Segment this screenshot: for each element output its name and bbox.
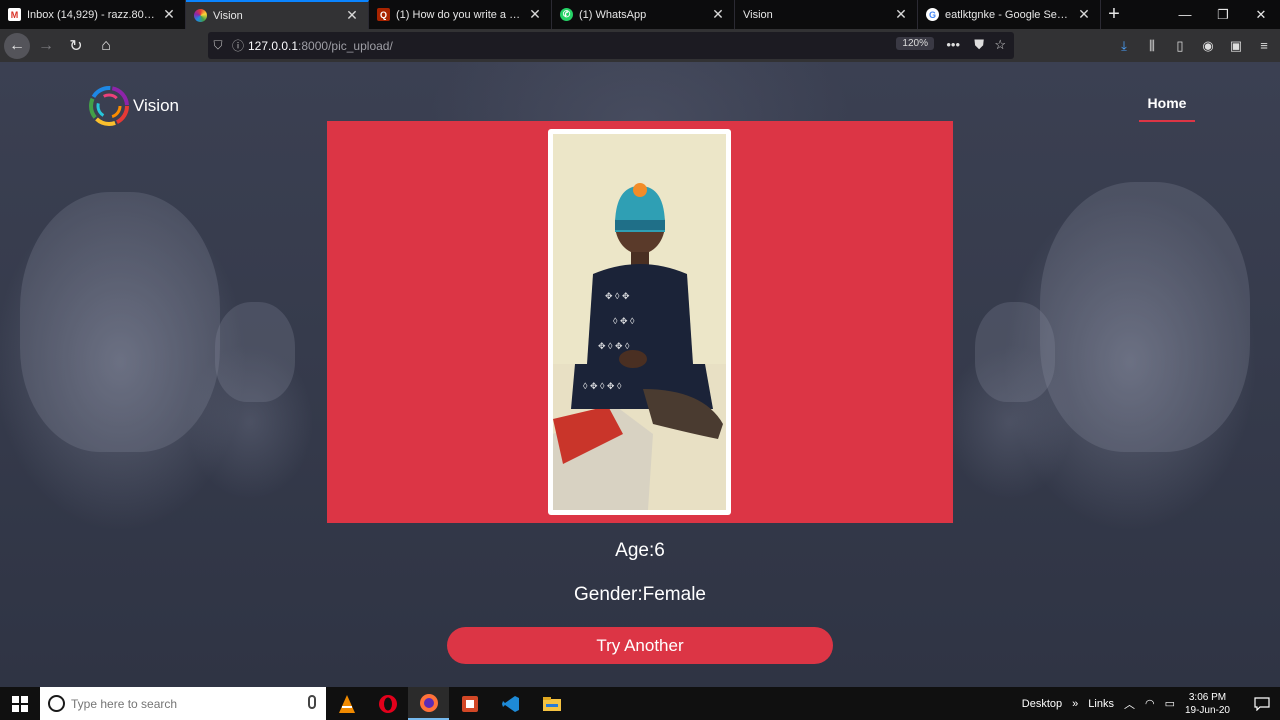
uploaded-photo: ✥ ◊ ✥ ◊ ✥ ◊ ✥ ◊ ✥ ◊ ◊ ✥ ◊ ✥ ◊ xyxy=(553,134,726,510)
close-icon[interactable]: ✕ xyxy=(893,6,909,23)
gender-result: Gender:Female xyxy=(573,584,706,605)
background-robot-left xyxy=(20,192,220,452)
tab-title: eatlktgnke - Google Search xyxy=(945,8,1072,21)
tab-whatsapp[interactable]: ✆ (1) WhatsApp ✕ xyxy=(552,0,735,29)
window-controls: — ❐ ✕ xyxy=(1166,0,1280,29)
microphone-icon[interactable] xyxy=(308,695,316,709)
taskbar-search-box[interactable]: Type here to search xyxy=(40,687,326,720)
powerpoint-icon[interactable] xyxy=(449,687,490,720)
windows-taskbar: Type here to search Desktop » Links ︿ ◠ … xyxy=(0,687,1280,720)
info-icon[interactable]: ⓘ xyxy=(228,37,248,54)
zoom-indicator[interactable]: 120% xyxy=(896,37,934,50)
page-viewport: Vision Home ✥ ◊ ✥ ◊ ✥ ◊ ✥ ◊ ✥ ◊ ◊ ✥ ◊ ✥ … xyxy=(0,62,1280,687)
close-icon[interactable]: ✕ xyxy=(161,6,177,23)
url-bar[interactable]: ⛉ ⓘ 127.0.0.1:8000/pic_upload/ 120% ••• … xyxy=(208,32,1014,59)
windows-start-icon[interactable] xyxy=(0,687,40,720)
svg-text:✥ ◊ ✥: ✥ ◊ ✥ xyxy=(605,291,630,301)
forward-arrow-icon[interactable]: → xyxy=(32,32,60,60)
svg-text:◊ ✥ ◊: ◊ ✥ ◊ xyxy=(613,316,635,326)
notification-icon[interactable] xyxy=(1244,687,1280,720)
close-window-icon[interactable]: ✕ xyxy=(1242,0,1280,29)
browser-tab-strip: M Inbox (14,929) - razz.8090@gr ✕ Vision… xyxy=(0,0,1280,29)
browser-toolbar: ← → ↻ ⌂ ⛉ ⓘ 127.0.0.1:8000/pic_upload/ 1… xyxy=(0,29,1280,62)
close-icon[interactable]: ✕ xyxy=(1076,6,1092,23)
search-placeholder: Type here to search xyxy=(71,696,178,711)
vlc-icon[interactable] xyxy=(326,687,367,720)
cortana-icon xyxy=(48,695,65,712)
vision-logo-icon xyxy=(194,9,207,22)
page-actions-icon[interactable]: ••• xyxy=(946,37,960,52)
tab-vision-active[interactable]: Vision ✕ xyxy=(186,0,369,29)
result-card: ✥ ◊ ✥ ◊ ✥ ◊ ✥ ◊ ✥ ◊ ◊ ✥ ◊ ✥ ◊ xyxy=(327,121,953,523)
google-icon: G xyxy=(926,8,939,21)
age-result: Age:6 xyxy=(615,540,665,561)
download-icon[interactable]: ⤓ xyxy=(1114,38,1134,54)
extension-icon[interactable]: ▣ xyxy=(1226,38,1246,54)
wifi-icon[interactable]: ◠ xyxy=(1145,697,1155,710)
tab-title: Vision xyxy=(213,9,243,22)
close-icon[interactable]: ✕ xyxy=(710,6,726,23)
opera-icon[interactable] xyxy=(367,687,408,720)
vscode-icon[interactable] xyxy=(490,687,531,720)
home-icon[interactable]: ⌂ xyxy=(92,32,120,60)
whatsapp-icon: ✆ xyxy=(560,8,573,21)
toolbar-right: ⤓ ⫼ ▯ ◉ ▣ ≡ xyxy=(1114,29,1274,62)
clock-date: 19-Jun-20 xyxy=(1184,704,1230,716)
try-another-button[interactable]: Try Another xyxy=(447,627,833,664)
sidebar-icon[interactable]: ▯ xyxy=(1170,38,1190,54)
uploaded-photo-frame: ✥ ◊ ✥ ◊ ✥ ◊ ✥ ◊ ✥ ◊ ◊ ✥ ◊ ✥ ◊ xyxy=(548,129,731,515)
minimize-icon[interactable]: — xyxy=(1166,0,1204,29)
firefox-icon[interactable] xyxy=(408,687,449,720)
shield-icon[interactable]: ⛉ xyxy=(208,38,228,53)
vision-logo-icon xyxy=(89,86,129,126)
file-explorer-icon[interactable] xyxy=(531,687,572,720)
brand-name: Vision xyxy=(133,96,179,115)
bookmark-star-icon[interactable]: ☆ xyxy=(994,37,1006,53)
tab-google-search[interactable]: G eatlktgnke - Google Search ✕ xyxy=(918,0,1101,29)
pocket-icon[interactable]: ⛊ xyxy=(974,37,984,53)
tab-quora[interactable]: Q (1) How do you write a conclu ✕ xyxy=(369,0,552,29)
menu-icon[interactable]: ≡ xyxy=(1254,38,1274,53)
reload-icon[interactable]: ↻ xyxy=(62,32,90,60)
quora-icon: Q xyxy=(377,8,390,21)
url-host: 127.0.0.1 xyxy=(248,38,299,53)
close-icon[interactable]: ✕ xyxy=(527,6,543,23)
toolbar-overflow-icon[interactable]: » xyxy=(1072,698,1078,710)
tab-title: Vision xyxy=(743,8,773,21)
library-icon[interactable]: ⫼ xyxy=(1142,38,1162,54)
desktop-toolbar[interactable]: Desktop xyxy=(1022,698,1062,710)
tab-title: (1) How do you write a conclu xyxy=(396,8,523,21)
tab-title: Inbox (14,929) - razz.8090@gr xyxy=(27,8,157,21)
background-robot-right-small xyxy=(975,302,1055,402)
background-robot-right xyxy=(1040,182,1250,452)
tab-gmail[interactable]: M Inbox (14,929) - razz.8090@gr ✕ xyxy=(0,0,186,29)
system-tray: Desktop » Links ︿ ◠ ▭ 3:06 PM 19-Jun-20 xyxy=(1022,687,1280,720)
battery-icon[interactable]: ▭ xyxy=(1165,697,1175,710)
gmail-icon: M xyxy=(8,8,21,21)
nav-home-link[interactable]: Home xyxy=(1139,95,1195,122)
background-robot-left-small xyxy=(215,302,295,402)
clock-time: 3:06 PM xyxy=(1188,691,1227,703)
tab-title: (1) WhatsApp xyxy=(579,8,647,21)
new-tab-button[interactable]: + xyxy=(1101,0,1127,29)
links-toolbar[interactable]: Links xyxy=(1088,698,1114,710)
back-arrow-icon[interactable]: ← xyxy=(4,32,30,59)
account-icon[interactable]: ◉ xyxy=(1198,38,1218,54)
url-path: :8000/pic_upload/ xyxy=(298,38,393,53)
chevron-up-icon[interactable]: ︿ xyxy=(1124,696,1135,712)
tab-vision[interactable]: Vision ✕ xyxy=(735,0,918,29)
restore-icon[interactable]: ❐ xyxy=(1204,0,1242,29)
brand[interactable]: Vision xyxy=(89,86,179,126)
svg-text:◊ ✥ ◊ ✥ ◊: ◊ ✥ ◊ ✥ ◊ xyxy=(583,381,622,391)
svg-text:✥ ◊ ✥ ◊: ✥ ◊ ✥ ◊ xyxy=(598,341,630,351)
close-icon[interactable]: ✕ xyxy=(344,7,360,24)
clock[interactable]: 3:06 PM 19-Jun-20 xyxy=(1185,691,1230,717)
